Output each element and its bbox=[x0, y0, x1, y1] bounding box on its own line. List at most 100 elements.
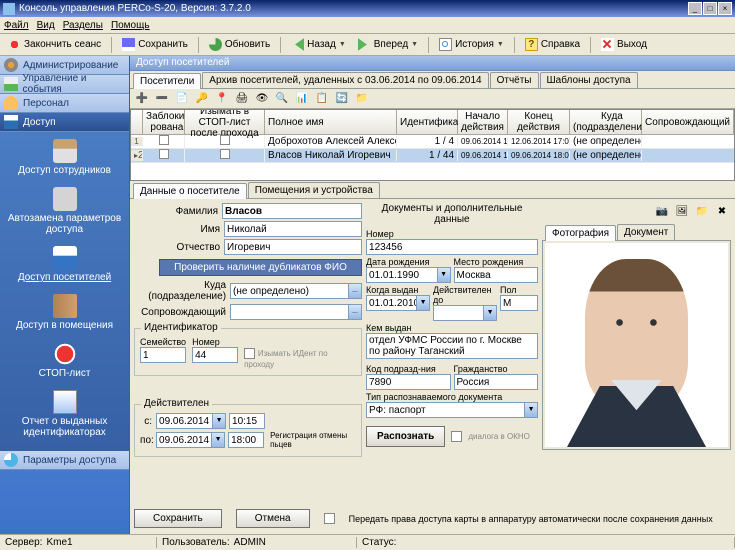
transfer-checkbox[interactable] bbox=[324, 513, 335, 524]
tab-document[interactable]: Документ bbox=[617, 224, 675, 240]
subnav-autoreplace[interactable]: Автозамена параметров доступа bbox=[0, 183, 129, 242]
recognize-button[interactable]: Распознать bbox=[366, 426, 445, 447]
issuer-input[interactable]: отдел УФМС России по г. Москве по району… bbox=[366, 333, 538, 359]
refresh-button[interactable]: Обновить bbox=[205, 37, 274, 52]
subnav-rooms[interactable]: Доступ в помещения bbox=[0, 290, 129, 338]
birthplace-input[interactable] bbox=[454, 267, 539, 283]
col-fullname[interactable]: Полное имя bbox=[265, 110, 397, 134]
end-session-button[interactable]: Закончить сеанс bbox=[4, 37, 105, 52]
doctype-dropdown[interactable]: РФ: паспорт▼ bbox=[366, 402, 538, 418]
col-dept[interactable]: Куда (подразделение) bbox=[570, 110, 642, 134]
subnav-visitors[interactable]: Доступ посетителей bbox=[0, 242, 129, 290]
tool-copy[interactable]: 📄 bbox=[173, 90, 191, 107]
menu-file[interactable]: Файл bbox=[4, 20, 29, 31]
help-button[interactable]: ?Справка bbox=[521, 37, 584, 52]
autoreplace-icon bbox=[53, 187, 77, 211]
save-btn[interactable]: Сохранить bbox=[134, 509, 222, 528]
tool-11[interactable]: 🔄 bbox=[333, 90, 351, 107]
col-escort[interactable]: Сопровождающий bbox=[642, 110, 734, 134]
lastname-input[interactable] bbox=[222, 203, 362, 219]
tab-rooms-devices[interactable]: Помещения и устройства bbox=[248, 182, 380, 198]
main-tabs: Посетители Архив посетителей, удаленных … bbox=[130, 71, 735, 89]
menu-help[interactable]: Помощь bbox=[111, 20, 150, 31]
history-button[interactable]: История▼ bbox=[435, 37, 508, 52]
from-time[interactable] bbox=[229, 413, 265, 429]
checkbox[interactable] bbox=[159, 149, 169, 159]
tool-10[interactable]: 📋 bbox=[313, 90, 331, 107]
events-icon bbox=[4, 77, 18, 91]
tab-templates[interactable]: Шаблоны доступа bbox=[540, 72, 638, 88]
dept-dropdown[interactable]: (не определено)... bbox=[230, 283, 362, 299]
tool-9[interactable]: 📊 bbox=[293, 90, 311, 107]
family-input[interactable] bbox=[140, 347, 186, 363]
checkbox[interactable] bbox=[220, 135, 230, 145]
photo-tool-3[interactable]: 📁 bbox=[693, 203, 711, 220]
table-row[interactable]: 1 Доброхотов Алексей Алексеевич 1 / 4 09… bbox=[131, 135, 734, 149]
detail-tabs: Данные о посетителе Помещения и устройст… bbox=[130, 181, 735, 199]
table-row[interactable]: ▸2 Власов Николай Игоревич 1 / 44 09.06.… bbox=[131, 149, 734, 163]
tool-5[interactable]: 📍 bbox=[213, 90, 231, 107]
validto-date[interactable]: ▼ bbox=[433, 305, 497, 321]
to-date[interactable]: 09.06.2014▼ bbox=[156, 432, 225, 448]
tool-6[interactable]: 🖨 bbox=[233, 90, 251, 107]
to-time[interactable] bbox=[228, 432, 264, 448]
save-button[interactable]: Сохранить bbox=[118, 37, 192, 52]
exit-button[interactable]: Выход bbox=[597, 37, 651, 52]
tab-visitors[interactable]: Посетители bbox=[133, 73, 201, 89]
photo-box bbox=[542, 240, 731, 450]
from-date[interactable]: 09.06.2014▼ bbox=[156, 413, 226, 429]
visitors-grid[interactable]: Заблоки- рована Изымать в СТОП-лист посл… bbox=[130, 109, 735, 181]
tab-archive[interactable]: Архив посетителей, удаленных с 03.06.201… bbox=[202, 72, 488, 88]
tab-reports[interactable]: Отчёты bbox=[490, 72, 539, 88]
col-ident[interactable]: Идентификатор bbox=[397, 110, 458, 134]
photo-tool-1[interactable]: 📷 bbox=[653, 203, 671, 220]
dialog-checkbox[interactable] bbox=[451, 431, 462, 442]
menu-sections[interactable]: Разделы bbox=[63, 20, 103, 31]
status-bar: Сервер:Kme1 Пользователь:ADMIN Статус: bbox=[0, 534, 735, 550]
issued-date[interactable]: 01.01.2010▼ bbox=[366, 295, 430, 311]
escort-dropdown[interactable]: ... bbox=[230, 304, 362, 320]
menu-view[interactable]: Вид bbox=[37, 20, 55, 31]
check-duplicates-button[interactable]: Проверить наличие дубликатов ФИО bbox=[159, 259, 362, 276]
nav-access[interactable]: Доступ bbox=[0, 113, 129, 132]
tab-photo[interactable]: Фотография bbox=[545, 225, 616, 241]
col-stoplist[interactable]: Изымать в СТОП-лист после прохода bbox=[185, 110, 265, 134]
tool-12[interactable]: 📁 bbox=[353, 90, 371, 107]
birthdate-input[interactable]: 01.01.1990▼ bbox=[366, 267, 451, 283]
minimize-button[interactable]: _ bbox=[688, 2, 702, 15]
col-end[interactable]: Конец действия bbox=[508, 110, 570, 134]
nav-personnel[interactable]: Персонал bbox=[0, 94, 129, 113]
help-icon: ? bbox=[525, 38, 538, 51]
forward-button[interactable]: Вперед▼ bbox=[354, 37, 422, 52]
doc-number-input[interactable] bbox=[366, 239, 538, 255]
visitor-icon bbox=[53, 246, 77, 270]
tool-delete[interactable]: ➖ bbox=[153, 90, 171, 107]
firstname-input[interactable] bbox=[224, 221, 362, 237]
subnav-report[interactable]: Отчет о выданных идентификаторах bbox=[0, 386, 129, 445]
photo-tool-2[interactable]: 🖼 bbox=[673, 203, 691, 220]
close-button[interactable]: × bbox=[718, 2, 732, 15]
tool-8[interactable]: 🔍 bbox=[273, 90, 291, 107]
cancel-btn[interactable]: Отмена bbox=[236, 509, 310, 528]
photo-tool-4[interactable]: ✖ bbox=[713, 203, 731, 220]
tab-visitor-data[interactable]: Данные о посетителе bbox=[133, 183, 247, 199]
col-start[interactable]: Начало действия bbox=[458, 110, 508, 134]
tool-4[interactable]: 🔑 bbox=[193, 90, 211, 107]
number-input[interactable] bbox=[192, 347, 238, 363]
nav-events[interactable]: Управление и события bbox=[0, 75, 129, 94]
code-input[interactable] bbox=[366, 374, 451, 390]
maximize-button[interactable]: □ bbox=[703, 2, 717, 15]
subnav-staff[interactable]: Доступ сотрудников bbox=[0, 135, 129, 183]
col-blocked[interactable]: Заблоки- рована bbox=[143, 110, 185, 134]
checkbox[interactable] bbox=[159, 135, 169, 145]
nav-params[interactable]: Параметры доступа bbox=[0, 451, 129, 470]
middlename-input[interactable] bbox=[224, 239, 362, 255]
citizen-input[interactable] bbox=[454, 374, 539, 390]
tool-add[interactable]: ➕ bbox=[133, 90, 151, 107]
tool-7[interactable]: 👁 bbox=[253, 90, 271, 107]
subnav-stop[interactable]: СТОП-лист bbox=[0, 338, 129, 386]
back-button[interactable]: Назад▼ bbox=[287, 37, 350, 52]
checkbox[interactable] bbox=[220, 149, 230, 159]
stop-checkbox[interactable] bbox=[244, 348, 255, 359]
sex-input[interactable] bbox=[500, 295, 538, 311]
